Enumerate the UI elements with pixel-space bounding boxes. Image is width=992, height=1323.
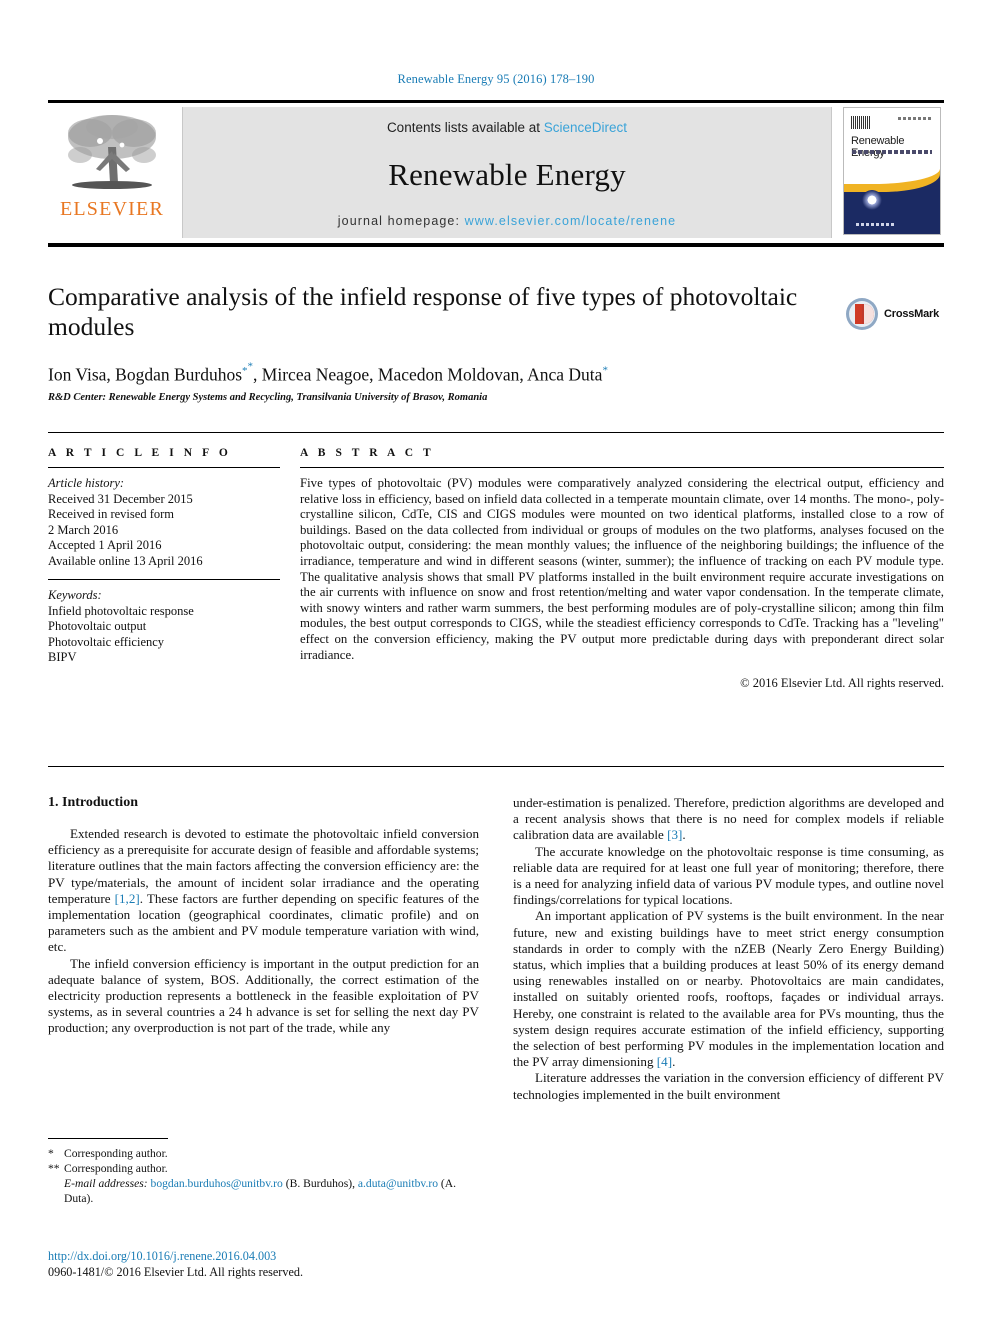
citation-reference[interactable]: [4] [657, 1054, 672, 1069]
paragraph: An important application of PV systems i… [513, 908, 944, 1070]
citation-reference[interactable]: [3] [667, 827, 682, 842]
page-title: Comparative analysis of the infield resp… [48, 282, 798, 341]
journal-cover-block: Renewable Energy [832, 107, 944, 238]
footnote-emails: E-mail addresses: bogdan.burduhos@unitbv… [48, 1176, 479, 1206]
abstract-column: A B S T R A C T Five types of photovolta… [300, 447, 944, 691]
cover-navy-panel [844, 162, 940, 234]
abstract-copyright: © 2016 Elsevier Ltd. All rights reserved… [740, 676, 944, 691]
body-columns: 1. Introduction Extended research is dev… [48, 795, 944, 1195]
email-link-duta[interactable]: a.duta@unitbv.ro [358, 1177, 438, 1190]
history-item: Received 31 December 2015 [48, 491, 193, 506]
email-owner-1: (B. Burduhos), [285, 1177, 355, 1190]
history-item: Available online 13 April 2016 [48, 553, 203, 568]
journal-title: Renewable Energy [388, 156, 626, 192]
article-history-label: Article history: [48, 476, 125, 490]
title-block: Comparative analysis of the infield resp… [48, 282, 838, 403]
crossmark-icon [846, 298, 878, 330]
cover-journal-title: Renewable Energy [851, 135, 905, 159]
history-item: Received in revised form [48, 507, 174, 521]
keyword-item: Photovoltaic efficiency [48, 634, 165, 649]
keywords-rule [48, 579, 280, 580]
cover-society-logo-icon [862, 190, 882, 210]
asterisk-icon: * [48, 1147, 54, 1160]
article-info-column: A R T I C L E I N F O Article history: R… [48, 447, 300, 691]
contents-available-line: Contents lists available at ScienceDirec… [387, 120, 627, 135]
footnote-block: * Corresponding author. ** Corresponding a… [48, 1138, 479, 1206]
paragraph: The infield conversion efficiency is imp… [48, 955, 479, 1036]
crossmark-badge[interactable]: CrossMark [845, 292, 945, 336]
email-addresses-label: E-mail addresses: [64, 1177, 148, 1190]
paragraph: The accurate knowledge on the photovolta… [513, 843, 944, 908]
issn-copyright-line: 0960-1481/© 2016 Elsevier Ltd. All right… [48, 1265, 303, 1279]
section-heading-introduction: 1. Introduction [48, 795, 138, 810]
doi-block: http://dx.doi.org/10.1016/j.renene.2016.… [48, 1248, 648, 1280]
author-footnote-marker: ** [242, 360, 254, 377]
elsevier-tree-icon [68, 115, 156, 189]
history-item: Accepted 1 April 2016 [48, 538, 162, 552]
footnote-corresponding-2: ** Corresponding author. [48, 1161, 479, 1176]
keyword-item: Photovoltaic output [48, 619, 147, 633]
elsevier-logo[interactable]: ELSEVIER [48, 107, 176, 238]
paragraph: Literature addresses the variation in th… [513, 1070, 944, 1102]
footnote-text: Corresponding author. [64, 1162, 168, 1175]
history-item: 2 March 2016 [48, 522, 119, 537]
title-separator-rule [48, 243, 944, 247]
running-head: Renewable Energy 95 (2016) 178–190 [397, 72, 595, 86]
footnote-separator-rule [48, 1138, 168, 1139]
keywords-label: Keywords: [48, 588, 102, 602]
info-abstract-panel: A R T I C L E I N F O Article history: R… [48, 432, 944, 691]
panel-bottom-rule [48, 766, 944, 767]
elsevier-wordmark: ELSEVIER [59, 198, 165, 220]
cover-footer-rule [856, 223, 896, 226]
citation-reference[interactable]: [1,2] [115, 891, 140, 906]
journal-masthead: ELSEVIER Contents lists available at Sci… [48, 100, 944, 238]
keywords-block: Keywords: Infield photovoltaic response … [48, 588, 280, 666]
article-info-heading: A R T I C L E I N F O [48, 447, 232, 459]
abstract-rule [300, 467, 944, 468]
contents-prefix-text: Contents lists available at [386, 120, 544, 135]
cover-top-text [898, 117, 932, 120]
body-column-left: 1. Introduction Extended research is dev… [48, 795, 479, 1195]
abstract-heading: A B S T R A C T [300, 447, 435, 459]
footnote-corresponding-1: * Corresponding author. [48, 1146, 479, 1161]
journal-homepage-line: journal homepage: www.elsevier.com/locat… [338, 214, 676, 228]
abstract-text: Five types of photovoltaic (PV) modules … [300, 476, 944, 662]
crossmark-label: CrossMark [884, 308, 940, 320]
keyword-item: Infield photovoltaic response [48, 603, 194, 618]
barcode-icon [851, 116, 871, 129]
article-first-page: Renewable Energy 95 (2016) 178–190 ELSEV… [0, 0, 992, 1323]
cover-subtitle-rule [852, 150, 932, 154]
journal-homepage-link[interactable]: www.elsevier.com/locate/renene [465, 214, 677, 228]
keyword-item: BIPV [48, 650, 77, 664]
affiliation: R&D Center: Renewable Energy Systems and… [48, 392, 488, 404]
footnote-text: Corresponding author. [64, 1147, 168, 1160]
email-link-burduhos[interactable]: bogdan.burduhos@unitbv.ro [151, 1177, 283, 1190]
doi-link[interactable]: http://dx.doi.org/10.1016/j.renene.2016.… [48, 1248, 648, 1264]
sciencedirect-link[interactable]: ScienceDirect [544, 120, 627, 135]
masthead-center: Contents lists available at ScienceDirec… [182, 107, 832, 238]
author-list: Ion Visa, Bogdan Burduhos**, Mircea Neag… [48, 360, 608, 385]
paragraph: Extended research is devoted to estimate… [48, 826, 479, 955]
article-info-rule [48, 467, 280, 468]
double-asterisk-icon: ** [48, 1162, 60, 1175]
author-footnote-marker: * [602, 364, 608, 377]
journal-cover-thumbnail[interactable]: Renewable Energy [843, 107, 941, 235]
author-footnote-marker: * [247, 360, 254, 372]
body-column-right: under-estimation is penalized. Therefore… [513, 795, 944, 1195]
homepage-label: journal homepage: [337, 214, 465, 228]
article-history-block: Article history: Received 31 December 20… [48, 476, 280, 569]
paragraph: under-estimation is penalized. Therefore… [513, 795, 944, 843]
